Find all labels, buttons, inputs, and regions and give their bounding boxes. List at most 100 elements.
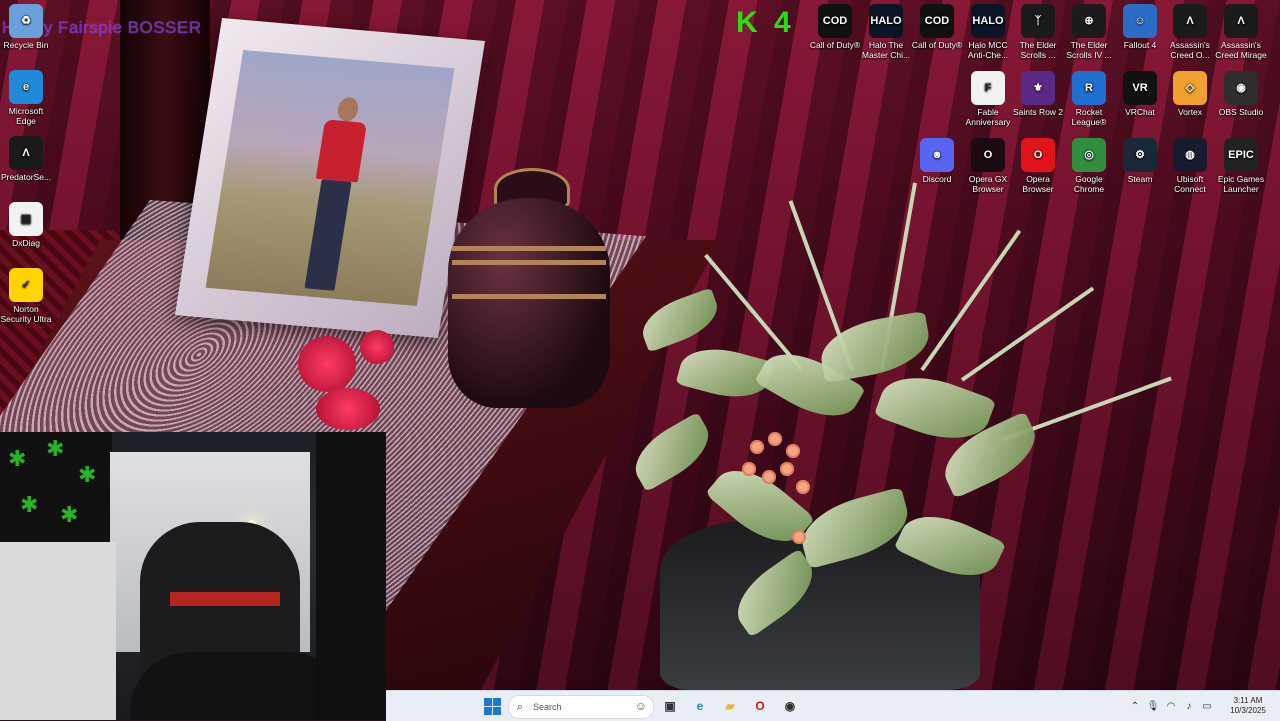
fable-icon: F bbox=[971, 71, 1005, 105]
microphone-icon[interactable]: 🎙 bbox=[1144, 701, 1162, 712]
desktop-icon[interactable]: HALO Halo MCC Anti-Che... bbox=[962, 4, 1014, 60]
task-view-icon: ▣ bbox=[664, 699, 676, 713]
desktop-icon-label: OBS Studio bbox=[1218, 107, 1264, 117]
edge-icon: e bbox=[9, 70, 43, 104]
desktop-icon-label: The Elder Scrolls IV ... bbox=[1066, 40, 1112, 60]
oblivion-icon: ⊕ bbox=[1072, 4, 1106, 38]
chrome-icon: ◎ bbox=[1072, 138, 1106, 172]
webcam-shelf bbox=[316, 432, 386, 720]
saints-row-icon: ⚜ bbox=[1021, 71, 1055, 105]
steam-icon: ⚙ bbox=[1123, 138, 1157, 172]
halo-mcc-icon: HALO bbox=[869, 4, 903, 38]
file-explorer-icon: ▰ bbox=[725, 699, 735, 713]
call-of-duty-icon: COD bbox=[818, 4, 852, 38]
desktop-icon[interactable]: EPIC Epic Games Launcher bbox=[1215, 138, 1267, 194]
rocket-league-icon: R bbox=[1072, 71, 1106, 105]
assassins-creed-mirage-icon: Λ bbox=[1224, 4, 1258, 38]
desktop-icon[interactable]: ᛉ The Elder Scrolls ... bbox=[1012, 4, 1064, 60]
vrchat-icon: VR bbox=[1123, 71, 1157, 105]
desktop-icon[interactable]: VR VRChat bbox=[1114, 71, 1166, 117]
recycle-bin-icon: ♻ bbox=[9, 4, 43, 38]
desktop-icon[interactable]: ✓ Norton Security Ultra bbox=[0, 268, 52, 324]
desktop-icon-label: Recycle Bin bbox=[3, 40, 49, 50]
assassins-creed-origins-icon: Λ bbox=[1173, 4, 1207, 38]
desktop-icon[interactable]: ◇ Vortex bbox=[1164, 71, 1216, 117]
desktop-icon[interactable]: ◉ OBS Studio bbox=[1215, 71, 1267, 117]
desktop-icon[interactable]: ☻ Discord bbox=[911, 138, 963, 184]
opera-gx-icon: O bbox=[971, 138, 1005, 172]
taskbar-app-button[interactable]: O bbox=[750, 696, 770, 716]
desktop-icon[interactable]: Λ Assassin's Creed O... bbox=[1164, 4, 1216, 60]
desktop-icon[interactable]: F Fable Anniversary bbox=[962, 71, 1014, 127]
webcam-door bbox=[0, 542, 116, 720]
desktop-icon[interactable]: HALO Halo The Master Chi... bbox=[860, 4, 912, 60]
windows-logo-icon bbox=[483, 697, 501, 715]
volume-icon[interactable]: ♪ bbox=[1180, 701, 1198, 712]
search-input[interactable] bbox=[531, 701, 635, 713]
desktop-icon[interactable]: ⚜ Saints Row 2 bbox=[1012, 71, 1064, 117]
clock-time: 3:11 AM bbox=[1233, 696, 1263, 705]
desktop-icon-label: PredatorSe... bbox=[0, 172, 52, 182]
network-icon[interactable]: ◠ bbox=[1162, 701, 1180, 712]
webcam-overlay: ✱ ✱ ✱ ✱ ✱ bbox=[0, 432, 386, 720]
wallpaper-rose bbox=[360, 330, 394, 364]
obs-studio-icon: ◉ bbox=[1224, 71, 1258, 105]
desktop-icon[interactable]: COD Call of Duty® bbox=[911, 4, 963, 50]
predator-sense-icon: Λ bbox=[9, 136, 43, 170]
obs-studio-icon: ◉ bbox=[784, 699, 796, 713]
elder-scrolls-icon: ᛉ bbox=[1021, 4, 1055, 38]
clock-date: 10/3/2025 bbox=[1230, 706, 1266, 715]
taskbar-app-button[interactable]: ▣ bbox=[660, 696, 680, 716]
desktop-icon-label: Google Chrome bbox=[1073, 174, 1105, 194]
desktop-icon[interactable]: Λ Assassin's Creed Mirage bbox=[1215, 4, 1267, 60]
desktop-icon-label: Saints Row 2 bbox=[1012, 107, 1064, 117]
desktop-icon[interactable]: ▤ DxDiag bbox=[0, 202, 52, 248]
search-icon: ⌕ bbox=[516, 700, 524, 713]
desktop-icon-label: Epic Games Launcher bbox=[1217, 174, 1265, 194]
battery-icon[interactable]: ▭ bbox=[1198, 701, 1216, 712]
wallpaper-photo bbox=[205, 49, 455, 307]
desktop-icon[interactable]: COD Call of Duty® bbox=[809, 4, 861, 50]
desktop-icon-label: The Elder Scrolls ... bbox=[1019, 40, 1057, 60]
desktop-icon[interactable]: ⚙ Steam bbox=[1114, 138, 1166, 184]
opera-icon: O bbox=[1021, 138, 1055, 172]
chevron-up-icon[interactable]: ⌃ bbox=[1126, 701, 1144, 712]
desktop-icon[interactable]: ◍ Ubisoft Connect bbox=[1164, 138, 1216, 194]
call-of-duty-icon: COD bbox=[920, 4, 954, 38]
halo-mcc-anticheat-icon: HALO bbox=[971, 4, 1005, 38]
desktop-icon-label: Ubisoft Connect bbox=[1174, 174, 1206, 194]
desktop-icon-label: Vortex bbox=[1177, 107, 1203, 117]
desktop-icon[interactable]: O Opera Browser bbox=[1012, 138, 1064, 194]
fallout-4-icon: ☺ bbox=[1123, 4, 1157, 38]
wallpaper-rose bbox=[298, 336, 356, 392]
taskbar-app-button[interactable]: e bbox=[690, 696, 710, 716]
taskbar-search[interactable]: ⌕ ☺ bbox=[508, 695, 654, 719]
start-button[interactable] bbox=[482, 696, 502, 716]
opera-icon: O bbox=[755, 699, 765, 713]
taskbar-app-button[interactable]: ▰ bbox=[720, 696, 740, 716]
stream-overlay-badge: K 4 bbox=[736, 6, 795, 39]
desktop-icon-label: Microsoft Edge bbox=[8, 106, 44, 126]
desktop-icon[interactable]: ⊕ The Elder Scrolls IV ... bbox=[1063, 4, 1115, 60]
desktop-icon-label: Assassin's Creed O... bbox=[1170, 40, 1210, 60]
desktop-icon-label: Discord bbox=[922, 174, 952, 184]
desktop-icon[interactable]: Λ PredatorSe... bbox=[0, 136, 52, 182]
vortex-icon: ◇ bbox=[1173, 71, 1207, 105]
wallpaper-plant bbox=[620, 182, 1172, 660]
desktop-icon-label: Opera Browser bbox=[1022, 174, 1054, 194]
taskbar-clock[interactable]: 3:11 AM 10/3/2025 bbox=[1216, 696, 1280, 716]
desktop-icon[interactable]: e Microsoft Edge bbox=[0, 70, 52, 126]
desktop-icon[interactable]: ◎ Google Chrome bbox=[1063, 138, 1115, 194]
desktop-icon-label: Opera GX Browser bbox=[968, 174, 1008, 194]
desktop-icon[interactable]: R Rocket League® bbox=[1063, 71, 1115, 127]
desktop-icon[interactable]: ☺ Fallout 4 bbox=[1114, 4, 1166, 50]
taskbar: ⌕ ☺ ▣ e ▰ O ◉ ⌃ 🎙 ◠ ♪ ▭ 3:11 AM 10/3/2025 bbox=[386, 690, 1280, 721]
desktop-icon[interactable]: ♻ Recycle Bin bbox=[0, 4, 52, 50]
wallpaper-photo-person bbox=[294, 95, 375, 297]
desktop-icon-label: Halo MCC Anti-Che... bbox=[967, 40, 1009, 60]
taskbar-app-button[interactable]: ◉ bbox=[780, 696, 800, 716]
desktop-icon-label: Norton Security Ultra bbox=[0, 304, 52, 324]
system-tray: ⌃ 🎙 ◠ ♪ ▭ 3:11 AM 10/3/2025 bbox=[1126, 691, 1280, 721]
desktop-icon-label: Steam bbox=[1127, 174, 1153, 184]
desktop-icon[interactable]: O Opera GX Browser bbox=[962, 138, 1014, 194]
